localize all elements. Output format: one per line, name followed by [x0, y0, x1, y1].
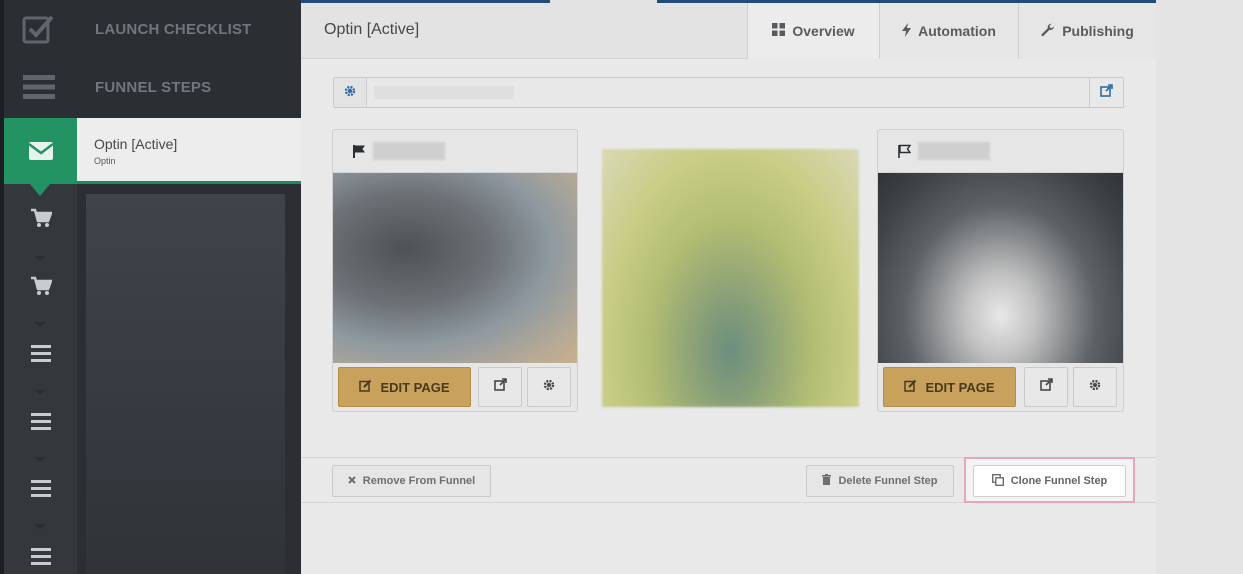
tab-automation[interactable]: Automation: [879, 3, 1018, 59]
gear-icon: [1089, 378, 1101, 396]
bars-icon[interactable]: [4, 345, 77, 362]
remove-label: Remove From Funnel: [362, 475, 476, 487]
bars-icon[interactable]: [4, 480, 77, 497]
preview-page-button[interactable]: [1024, 367, 1068, 407]
bolt-icon: [902, 22, 912, 40]
delete-label: Delete Funnel Step: [838, 475, 938, 487]
card-header: [333, 130, 577, 173]
card-header: [878, 130, 1123, 173]
gear-icon: [543, 378, 555, 396]
funnel-sidebar: LAUNCH CHECKLIST FUNNEL STEPS Optin [Act…: [0, 0, 301, 574]
tab-publishing[interactable]: Publishing: [1018, 3, 1156, 59]
copy-icon: [991, 473, 1004, 489]
page-variant-card: EDIT PAGE: [877, 129, 1124, 412]
wrench-icon: [1041, 23, 1055, 40]
page-url-bar: [333, 77, 1124, 108]
step-icon-column: [4, 184, 77, 574]
external-link-icon: [493, 378, 507, 396]
tab-label: Publishing: [1062, 23, 1134, 39]
checklist-icon: [0, 14, 77, 44]
step-title: Optin [Active]: [94, 136, 178, 152]
tab-label: Automation: [918, 23, 996, 39]
edit-icon: [904, 379, 917, 395]
grid-icon: [772, 23, 786, 39]
step-header: Optin [Active] Overview Automation Publi…: [301, 0, 1156, 59]
gear-icon: [344, 84, 356, 102]
variant-name-blurred: [373, 142, 445, 160]
card-footer: EDIT PAGE: [878, 363, 1123, 413]
clone-funnel-step-button[interactable]: Clone Funnel Step: [973, 465, 1126, 497]
bars-icon[interactable]: [4, 548, 77, 565]
page-variant-card: EDIT PAGE: [332, 129, 578, 412]
chevron-down-icon: [30, 524, 50, 530]
tab-label: Overview: [792, 23, 855, 39]
close-icon: [348, 475, 356, 487]
page-settings-button[interactable]: [527, 367, 571, 407]
chevron-down-icon: [30, 457, 50, 463]
page-settings-button[interactable]: [1073, 367, 1117, 407]
variant-name-blurred: [918, 142, 990, 160]
chevron-down-icon: [30, 322, 50, 328]
open-url-button[interactable]: [1089, 78, 1123, 107]
page-title: Optin [Active]: [324, 21, 420, 38]
edit-page-label: EDIT PAGE: [925, 379, 995, 395]
funnel-step-optin[interactable]: Optin [Active] Optin: [4, 118, 301, 196]
flag-icon: [352, 144, 366, 163]
launch-checklist-label: LAUNCH CHECKLIST: [95, 20, 252, 38]
remove-from-funnel-button[interactable]: Remove From Funnel: [332, 465, 491, 497]
page-thumbnail-center: [602, 149, 859, 407]
edit-page-label: EDIT PAGE: [380, 379, 450, 395]
funnel-steps-header[interactable]: FUNNEL STEPS: [0, 58, 301, 116]
page-thumbnail[interactable]: [878, 173, 1123, 363]
page-thumbnail[interactable]: [333, 173, 577, 363]
clone-label: Clone Funnel Step: [1010, 475, 1108, 487]
chevron-down-icon: [30, 256, 50, 262]
funnel-steps-label: FUNNEL STEPS: [95, 78, 212, 96]
flag-outline-icon: [897, 144, 912, 163]
cart-icon[interactable]: [4, 208, 77, 228]
right-margin: [1156, 0, 1243, 574]
header-accent-bar: [301, 0, 550, 3]
url-settings-button[interactable]: [334, 78, 367, 107]
edit-icon: [359, 379, 372, 395]
step-subtitle: Optin: [94, 156, 116, 166]
envelope-icon: [4, 118, 77, 196]
cart-icon[interactable]: [4, 276, 77, 296]
bars-icon[interactable]: [4, 413, 77, 430]
bars-icon: [0, 73, 77, 101]
card-footer: EDIT PAGE: [333, 363, 577, 413]
external-link-icon: [1039, 378, 1053, 396]
preview-page-button[interactable]: [478, 367, 522, 407]
trash-icon: [822, 474, 832, 488]
steps-list-blurred: [86, 194, 285, 574]
external-link-icon: [1100, 83, 1113, 102]
page-url-field[interactable]: [374, 86, 514, 99]
chevron-down-icon: [30, 390, 50, 396]
edit-page-button[interactable]: EDIT PAGE: [883, 367, 1016, 407]
launch-checklist-item[interactable]: LAUNCH CHECKLIST: [0, 0, 301, 58]
edit-page-button[interactable]: EDIT PAGE: [338, 367, 471, 407]
main-panel: Optin [Active] Overview Automation Publi…: [301, 0, 1156, 574]
tab-overview[interactable]: Overview: [747, 3, 879, 59]
delete-funnel-step-button[interactable]: Delete Funnel Step: [806, 465, 954, 497]
